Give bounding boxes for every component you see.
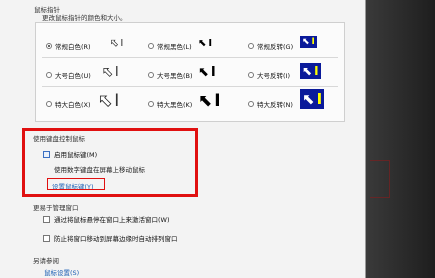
radio-normal-inverted[interactable]: 常规反转(G) — [248, 41, 293, 51]
white-pointer-preview: ⬉ I — [102, 65, 119, 81]
background-outline — [370, 160, 390, 198]
mouse-settings-link[interactable]: 鼠标设置(S) — [44, 267, 79, 277]
hover-activate-checkbox[interactable]: 通过将鼠标悬停在窗口上来激活窗口(W) — [43, 214, 170, 224]
text-cursor-icon: I — [214, 91, 221, 111]
pointer-scheme-group: 常规白色(R) ⬉ I 常规黑色(L) ⬉ I 常规反转(G) ⬉ I 大号白色… — [35, 22, 345, 122]
pointer-section-description: 更改鼠标指针的颜色和大小。 — [42, 14, 127, 22]
radio-button[interactable] — [46, 43, 52, 49]
black-pointer-preview: ⬉ I — [198, 91, 221, 111]
inverted-pointer-preview: ⬉ I — [300, 89, 325, 109]
checkbox-label: 防止将窗口移动到屏幕边缘时自动排列窗口 — [54, 235, 178, 243]
white-pointer-preview: ⬉ I — [98, 91, 120, 112]
window-section-title: 更易于管理窗口 — [33, 204, 79, 212]
divider — [42, 86, 338, 87]
white-pointer-preview: ⬉ I — [110, 38, 124, 50]
arrow-cursor-icon: ⬉ — [302, 90, 315, 108]
text-cursor-icon: I — [314, 64, 319, 78]
radio-normal-black[interactable]: 常规黑色(L) — [148, 41, 192, 51]
arrow-cursor-icon: ⬉ — [102, 65, 114, 81]
text-cursor-icon: I — [210, 65, 216, 80]
radio-label: 大号黑色(B) — [157, 72, 193, 80]
radio-label: 特大反转(N) — [257, 101, 293, 109]
radio-button[interactable] — [248, 101, 254, 107]
radio-button[interactable] — [148, 72, 154, 78]
text-cursor-icon: I — [120, 38, 124, 49]
radio-xlarge-black[interactable]: 特大黑色(K) — [148, 99, 192, 109]
arrow-cursor-icon: ⬉ — [302, 37, 310, 47]
arrow-cursor-icon: ⬉ — [198, 38, 207, 49]
radio-button[interactable] — [148, 101, 154, 107]
radio-label: 常规白色(R) — [55, 43, 91, 51]
radio-button[interactable] — [46, 101, 52, 107]
arrow-cursor-icon: ⬉ — [198, 91, 213, 111]
radio-button[interactable] — [248, 72, 254, 78]
text-cursor-icon: I — [114, 91, 120, 111]
setup-link-highlight — [47, 178, 105, 190]
radio-label: 大号白色(U) — [55, 72, 91, 80]
radio-button[interactable] — [46, 72, 52, 78]
checkbox[interactable] — [43, 215, 50, 223]
radio-xlarge-inverted[interactable]: 特大反转(N) — [248, 99, 293, 109]
radio-large-black[interactable]: 大号黑色(B) — [148, 70, 193, 80]
inverted-pointer-preview: ⬉ I — [300, 36, 317, 48]
radio-label: 特大黑色(K) — [157, 101, 193, 109]
ease-of-access-mouse-window: 鼠标指针 更改鼠标指针的颜色和大小。 常规白色(R) ⬉ I 常规黑色(L) ⬉… — [0, 0, 366, 278]
radio-button[interactable] — [248, 43, 254, 49]
arrow-cursor-icon: ⬉ — [198, 65, 209, 80]
text-cursor-icon: I — [316, 90, 323, 108]
radio-large-inverted[interactable]: 大号反转(I) — [248, 70, 290, 80]
checkbox[interactable] — [43, 234, 50, 242]
black-pointer-preview: ⬉ I — [198, 65, 216, 80]
arrow-cursor-icon: ⬉ — [110, 38, 119, 50]
black-pointer-preview: ⬉ I — [198, 38, 212, 49]
divider — [42, 57, 338, 58]
arrow-cursor-icon: ⬉ — [98, 91, 113, 112]
radio-label: 常规反转(G) — [257, 43, 294, 51]
inverted-pointer-preview: ⬉ I — [300, 63, 321, 79]
radio-label: 大号反转(I) — [257, 72, 290, 80]
radio-button[interactable] — [148, 43, 154, 49]
radio-normal-white[interactable]: 常规白色(R) — [46, 41, 91, 51]
text-cursor-icon: I — [114, 65, 119, 80]
prevent-snap-checkbox[interactable]: 防止将窗口移动到屏幕边缘时自动排列窗口 — [43, 233, 178, 243]
radio-large-white[interactable]: 大号白色(U) — [46, 70, 91, 80]
text-cursor-icon: I — [208, 38, 213, 49]
checkbox-label: 通过将鼠标悬停在窗口上来激活窗口(W) — [54, 216, 170, 224]
radio-xlarge-white[interactable]: 特大白色(X) — [46, 99, 91, 109]
radio-label: 常规黑色(L) — [157, 43, 192, 51]
see-also-title: 另请参阅 — [33, 257, 59, 265]
arrow-cursor-icon: ⬉ — [302, 64, 313, 78]
background-window-edge — [366, 0, 435, 278]
radio-label: 特大白色(X) — [55, 101, 91, 109]
text-cursor-icon: I — [311, 37, 315, 47]
